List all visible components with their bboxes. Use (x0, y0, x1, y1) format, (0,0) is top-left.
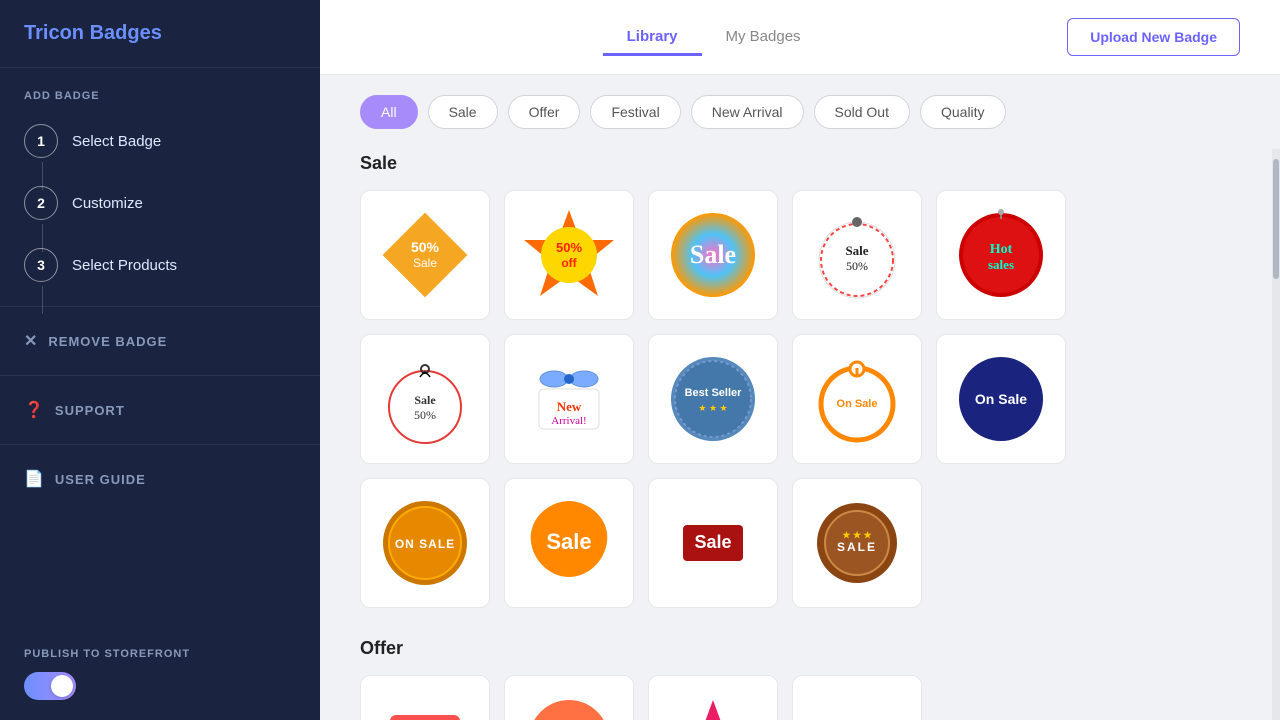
svg-text:50%: 50% (556, 240, 582, 255)
step-2-label: Customize (72, 195, 143, 212)
remove-badge-link[interactable]: ✕ REMOVE BADGE (0, 317, 320, 365)
sidebar-divider-3 (0, 444, 320, 445)
step-1-select-badge[interactable]: 1 Select Badge (0, 110, 320, 172)
badge-sale-10[interactable]: On Sale (936, 334, 1066, 464)
main-content: Library My Badges Upload New Badge All S… (320, 0, 1280, 720)
svg-text:On Sale: On Sale (975, 391, 1027, 407)
step-1-circle: 1 (24, 124, 58, 158)
tab-my-badges[interactable]: My Badges (702, 20, 825, 56)
svg-text:Sale: Sale (414, 393, 436, 407)
offer-badge-grid: OFFER Special OFFER (360, 675, 1232, 720)
tab-library[interactable]: Library (603, 20, 702, 56)
badge-sale-4[interactable]: Sale 50% (792, 190, 922, 320)
user-guide-icon: 📄 (24, 469, 45, 489)
filter-new-arrival[interactable]: New Arrival (691, 95, 804, 129)
sale-section-title: Sale (360, 153, 1232, 174)
step-3-circle: 3 (24, 248, 58, 282)
scroll-thumb (1273, 159, 1279, 279)
svg-text:sales: sales (988, 257, 1014, 272)
badge-sale-14[interactable]: ★ ★ ★ SALE (792, 478, 922, 608)
step-1-label: Select Badge (72, 133, 161, 150)
support-icon: ❓ (24, 400, 45, 420)
user-guide-link[interactable]: 📄 USER GUIDE (0, 455, 320, 503)
svg-text:50%: 50% (414, 408, 436, 422)
publish-toggle[interactable] (24, 672, 76, 700)
step-3-select-products[interactable]: 3 Select Products (0, 234, 320, 296)
svg-text:SALE: SALE (837, 540, 877, 554)
publish-label: PUBLISH TO STOREFRONT (24, 648, 296, 660)
svg-text:★ ★ ★: ★ ★ ★ (842, 530, 872, 540)
svg-text:off: off (561, 256, 577, 270)
svg-text:Hot: Hot (990, 242, 1013, 257)
support-label: SUPPORT (55, 403, 125, 418)
filter-festival[interactable]: Festival (590, 95, 680, 129)
badge-sale-13[interactable]: Sale (648, 478, 778, 608)
badge-sale-8[interactable]: Best Seller ★ ★ ★ (648, 334, 778, 464)
badge-sale-11[interactable]: ON SALE (360, 478, 490, 608)
filter-quality[interactable]: Quality (920, 95, 1006, 129)
user-guide-label: USER GUIDE (55, 472, 146, 487)
filter-sale[interactable]: Sale (428, 95, 498, 129)
publish-toggle-container (24, 672, 296, 700)
badge-sale-5[interactable]: Hot sales (936, 190, 1066, 320)
svg-text:Best Seller: Best Seller (685, 387, 743, 399)
sidebar: Tricon Badges ADD BADGE 1 Select Badge 2… (0, 0, 320, 720)
main-header: Library My Badges Upload New Badge (320, 0, 1280, 75)
svg-text:New: New (557, 399, 582, 414)
svg-text:Sale: Sale (694, 532, 731, 552)
svg-text:Sale: Sale (546, 529, 591, 554)
svg-text:50%: 50% (411, 239, 440, 255)
svg-text:ON SALE: ON SALE (395, 537, 455, 551)
filter-all[interactable]: All (360, 95, 418, 129)
add-badge-section-label: ADD BADGE (0, 68, 320, 110)
badge-sale-6[interactable]: Sale 50% (360, 334, 490, 464)
offer-section-title: Offer (360, 638, 1232, 659)
grid-container: Sale 50% Sale 50% off (320, 149, 1280, 720)
svg-text:Sale: Sale (690, 240, 736, 269)
badge-sale-9[interactable]: On Sale (792, 334, 922, 464)
step-2-circle: 2 (24, 186, 58, 220)
remove-badge-icon: ✕ (24, 331, 38, 351)
sale-badge-grid: 50% Sale 50% off (360, 190, 1232, 608)
offer-badge-4[interactable]: Best Offer (792, 675, 922, 720)
svg-text:Sale: Sale (413, 256, 437, 270)
badge-sale-3[interactable]: Sale (648, 190, 778, 320)
step-3-label: Select Products (72, 257, 177, 274)
upload-new-badge-button[interactable]: Upload New Badge (1067, 18, 1240, 56)
filter-bar: All Sale Offer Festival New Arrival Sold… (320, 75, 1280, 149)
tab-group: Library My Badges (360, 20, 1067, 55)
filter-offer[interactable]: Offer (508, 95, 581, 129)
filter-sold-out[interactable]: Sold Out (814, 95, 910, 129)
remove-badge-label: REMOVE BADGE (48, 334, 167, 349)
svg-text:50%: 50% (846, 259, 868, 273)
sidebar-divider-2 (0, 375, 320, 376)
scroll-indicator[interactable] (1272, 149, 1280, 720)
badge-sale-12[interactable]: Sale (504, 478, 634, 608)
offer-badge-1[interactable]: OFFER (360, 675, 490, 720)
support-link[interactable]: ❓ SUPPORT (0, 386, 320, 434)
app-logo: Tricon Badges (0, 0, 320, 68)
badge-sale-1[interactable]: 50% Sale (360, 190, 490, 320)
toggle-knob (51, 675, 73, 697)
svg-text:★ ★ ★: ★ ★ ★ (698, 403, 727, 413)
publish-section: PUBLISH TO STOREFRONT (0, 628, 320, 720)
offer-badge-2[interactable]: Special (504, 675, 634, 720)
sidebar-divider-1 (0, 306, 320, 307)
svg-text:Arrival!: Arrival! (551, 415, 586, 427)
badge-grid-area: Sale 50% Sale 50% off (320, 149, 1272, 720)
svg-text:Sale: Sale (845, 243, 868, 258)
step-2-customize[interactable]: 2 Customize (0, 172, 320, 234)
badge-sale-7[interactable]: New Arrival! (504, 334, 634, 464)
offer-badge-3[interactable]: OFFER (648, 675, 778, 720)
badge-sale-2[interactable]: 50% off (504, 190, 634, 320)
svg-text:On Sale: On Sale (837, 398, 878, 410)
